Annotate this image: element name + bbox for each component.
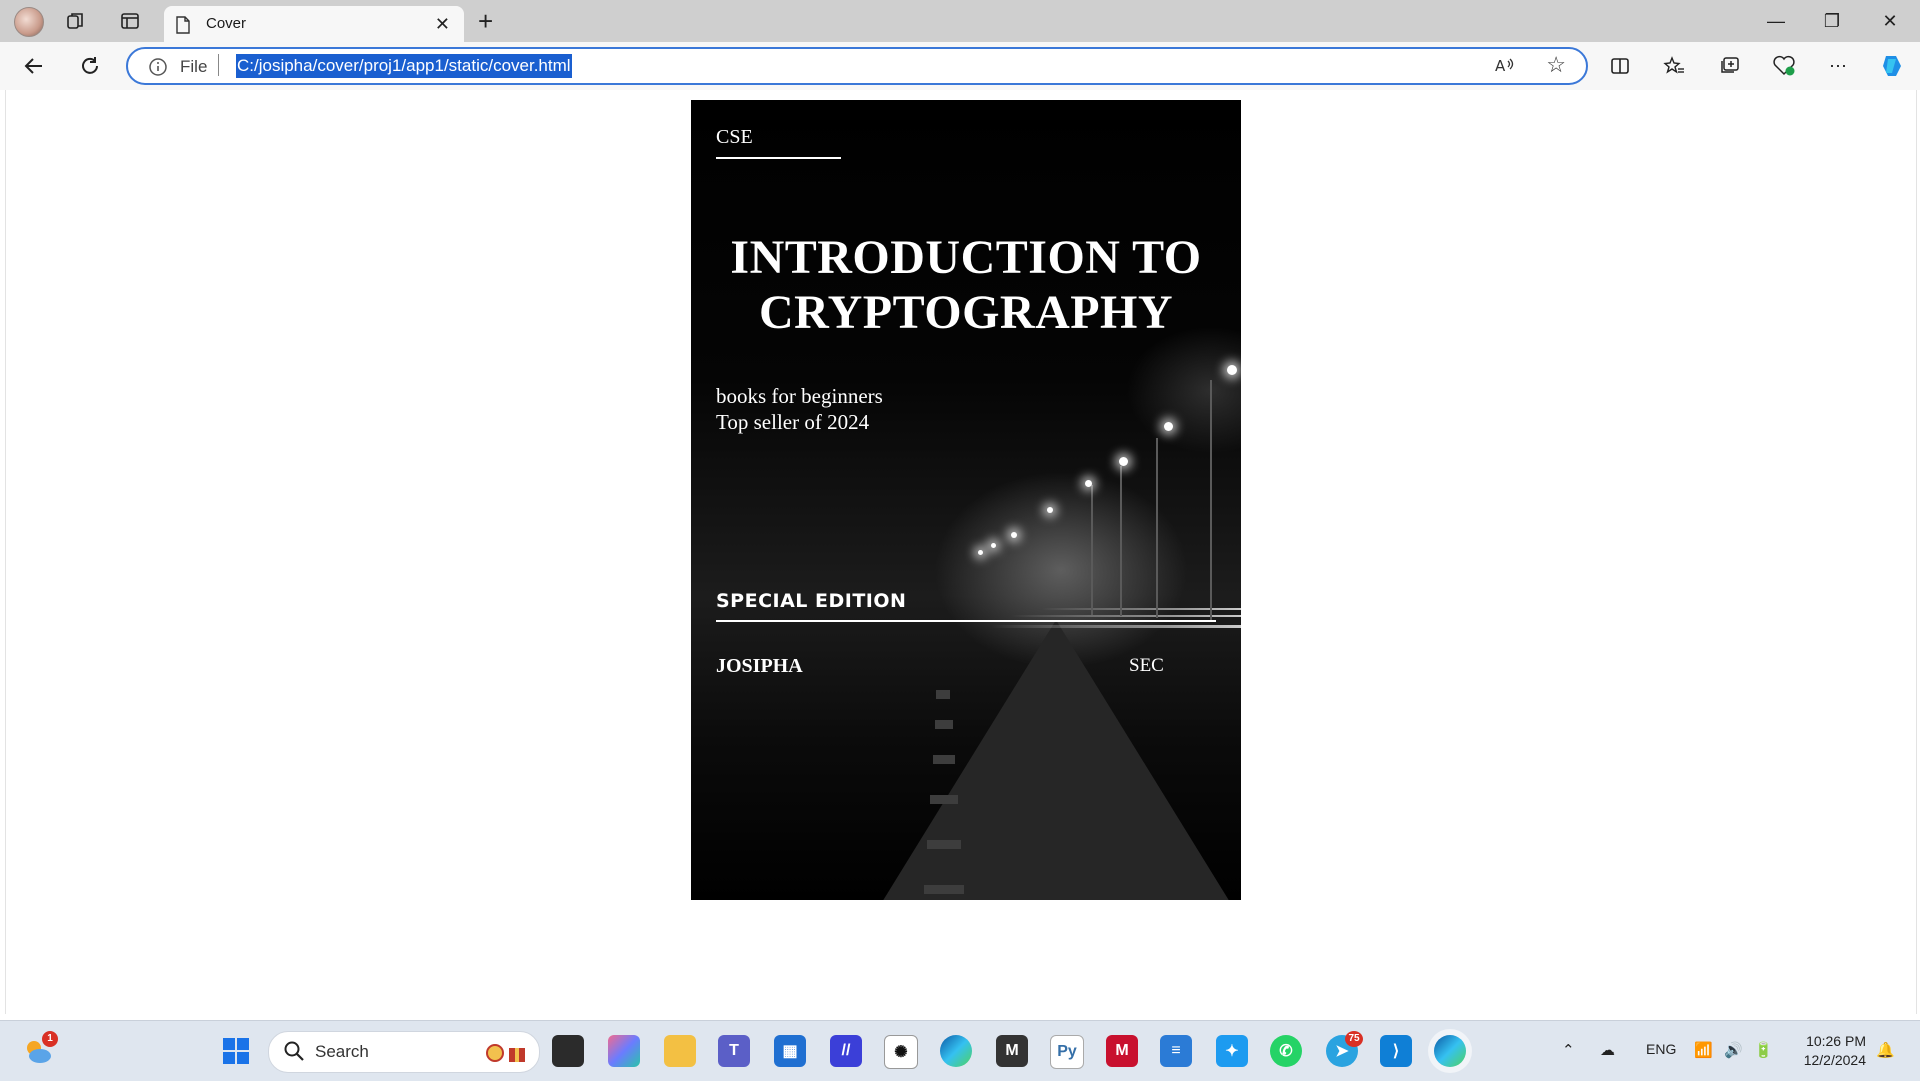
show-hidden-icons-chevron[interactable]: ⌃ [1562,1041,1575,1059]
street-lamp [1085,480,1092,487]
document-icon [176,16,190,39]
tag-underline [716,157,841,159]
browser-essentials-icon[interactable] [1770,52,1798,80]
tab-cover[interactable]: Cover ✕ [164,6,464,42]
editor-app-icon[interactable]: // [830,1035,862,1067]
system-clock[interactable]: 10:26 PM 12/2/2024 [1804,1032,1866,1070]
whatsapp-icon[interactable]: ✆ [1270,1035,1302,1067]
street-lamp [1119,457,1128,466]
weather-badge: 1 [42,1031,58,1047]
address-bar[interactable]: File C:/josipha/cover/proj1/app1/static/… [126,47,1588,85]
notification-bell-icon[interactable]: 🔔 [1876,1041,1895,1059]
read-aloud-icon[interactable]: A [1494,55,1516,80]
road-dash [933,755,955,764]
file-explorer-icon[interactable] [664,1035,696,1067]
chatgpt-icon[interactable]: ✺ [884,1035,918,1069]
light-streak [1011,615,1241,617]
medium-app-icon[interactable]: M [996,1035,1028,1067]
taskbar-search[interactable]: Search [268,1031,540,1073]
street-lamp [1164,422,1173,431]
road-dash [927,840,961,849]
street-pole [1210,380,1212,620]
vertical-tabs-icon[interactable] [118,9,142,33]
volume-icon[interactable]: 🔊 [1724,1041,1743,1059]
edge-icon[interactable] [940,1035,972,1067]
tab-close-icon[interactable]: ✕ [435,14,450,35]
info-icon[interactable] [148,57,168,82]
vscode-icon[interactable]: ⟩ [1380,1035,1412,1067]
edge-active-icon[interactable] [1434,1035,1466,1067]
book-title-line-2: CRYPTOGRAPHY [758,286,1174,339]
book-title-line-1: INTRODUCTION TO [730,231,1202,284]
road-dash [936,690,950,699]
taskbar: 1 Search T ▦ // ✺ M Py M ≡ ✦ ✆ ➤ 75 ⟩ ⌃ … [0,1020,1920,1081]
wifi-icon[interactable]: 📶 [1694,1041,1713,1059]
street-pole [1091,485,1093,615]
split-screen-icon[interactable] [1606,52,1634,80]
edition-label: SPECIAL EDITION [716,590,907,612]
language-indicator[interactable]: ENG [1646,1041,1676,1057]
minimize-button[interactable]: — [1756,6,1796,36]
edition-underline [716,620,1216,622]
copilot-icon[interactable] [1878,52,1906,80]
address-divider [218,54,219,76]
book-title: INTRODUCTION TO CRYPTOGRAPHY [691,230,1241,340]
collections-icon[interactable] [1716,52,1744,80]
favorites-icon[interactable] [1660,52,1688,80]
book-cover: CSE INTRODUCTION TO CRYPTOGRAPHY books f… [691,100,1241,900]
url-text[interactable]: C:/josipha/cover/proj1/app1/static/cover… [236,54,572,78]
subtitle-line-2: Top seller of 2024 [716,410,870,434]
twitter-icon[interactable]: ✦ [1216,1035,1248,1067]
mcafee-icon[interactable]: M [1106,1035,1138,1067]
section-label: SEC [1129,655,1164,676]
microsoft-store-icon[interactable]: ▦ [774,1035,806,1067]
notepad-icon[interactable]: ≡ [1160,1035,1192,1067]
search-icon [283,1040,305,1067]
tab-title: Cover [206,15,247,32]
search-label: Search [315,1042,369,1061]
refresh-icon[interactable] [76,52,104,80]
telegram-badge: 75 [1345,1031,1363,1047]
profile-avatar[interactable] [14,7,44,37]
page-viewport: CSE INTRODUCTION TO CRYPTOGRAPHY books f… [5,90,1917,1014]
search-highlight-icon [485,1040,529,1069]
task-view-icon[interactable] [552,1035,584,1067]
book-subtitle: books for beginners Top seller of 2024 [716,383,883,435]
street-lamp [978,550,983,555]
new-tab-button[interactable]: + [478,6,493,36]
street-lamp [991,543,996,548]
cover-tag: CSE [716,126,753,148]
battery-icon[interactable]: 🔋 [1754,1041,1773,1059]
favorite-star-icon[interactable]: ☆ [1546,52,1566,78]
windows-start-icon[interactable] [220,1035,252,1067]
road-dash [924,885,964,894]
author-name: JOSIPHA [716,655,803,677]
street-lamp [1047,507,1053,513]
teams-icon[interactable]: T [718,1035,750,1067]
copilot-app-icon[interactable] [608,1035,640,1067]
road-dash [935,720,953,729]
navigation-bar: File C:/josipha/cover/proj1/app1/static/… [0,42,1920,90]
road-dash [930,795,958,804]
restore-button[interactable]: ❐ [1812,6,1852,36]
clock-time: 10:26 PM [1806,1033,1866,1049]
python-file-icon[interactable]: Py [1050,1035,1084,1069]
close-window-button[interactable]: ✕ [1870,6,1910,36]
light-streak [991,625,1241,628]
subtitle-line-1: books for beginners [716,384,883,408]
workspaces-icon[interactable] [64,9,88,33]
street-lamp [1227,365,1237,375]
svg-text:A: A [1495,57,1506,75]
back-arrow-icon[interactable] [20,52,48,80]
street-pole [1156,438,1158,618]
title-bar: Cover ✕ + — ❐ ✕ [0,0,1920,42]
street-pole [1120,466,1122,616]
more-menu-icon[interactable]: ⋯ [1824,52,1852,80]
clock-date: 12/2/2024 [1803,1052,1866,1068]
road-illustration [871,620,1241,900]
address-scheme-label: File [180,57,208,76]
onedrive-icon[interactable]: ☁ [1600,1041,1615,1059]
street-lamp [1011,532,1017,538]
